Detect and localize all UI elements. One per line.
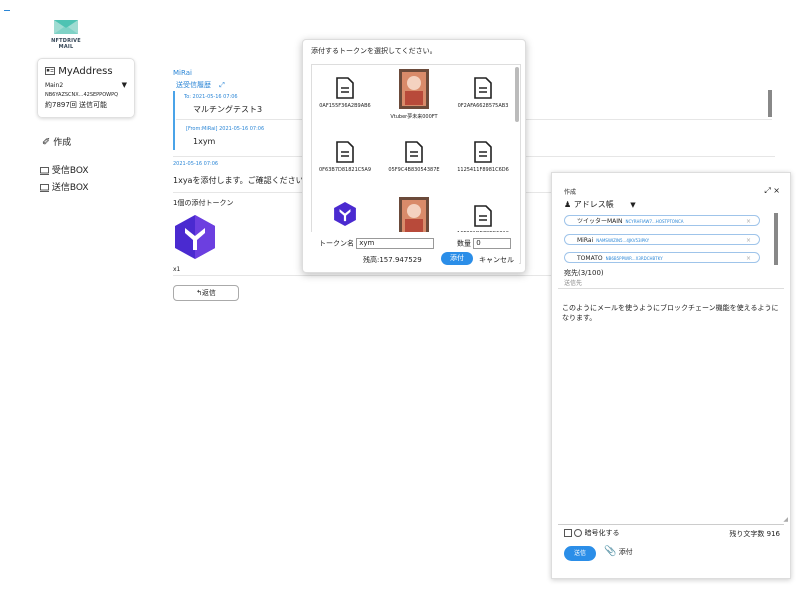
nav-outbox[interactable]: 送信BOX [40, 180, 89, 193]
inbox-icon [40, 166, 49, 175]
people-icon: ♟ [564, 200, 572, 209]
thread-sender: MiRai [173, 69, 192, 77]
recipient-chip[interactable]: MiRai NAMSWIZIN5...4JKV53IPKY × [564, 234, 760, 245]
chevron-down-icon: ▼ [121, 81, 127, 89]
lock-icon [574, 529, 583, 537]
xym-token-icon [175, 215, 215, 259]
token-label: 05F9C4B83054387E [388, 167, 440, 173]
remove-icon[interactable]: × [746, 253, 751, 264]
remaining-chars: 残り文字数 916 [729, 530, 780, 538]
token-name-input[interactable]: xym [356, 238, 435, 249]
address-book-select[interactable]: ♟ アドレス帳 ▼ [564, 199, 636, 210]
balance-text: 残高:157.947529 [363, 256, 422, 264]
modal-attach-button[interactable]: 添付 [441, 252, 473, 265]
menu-toggle[interactable] [4, 10, 10, 11]
remove-icon[interactable]: × [746, 216, 751, 227]
token-label: 0F2AFA6628575AB3 [457, 103, 509, 109]
encrypt-checkbox[interactable] [564, 529, 572, 537]
thread-scrollbar[interactable] [768, 90, 772, 117]
address-card: MyAddress Main2 ▼ NB6YAZSCNX...42SEPPOWP… [37, 58, 135, 118]
nav-inbox[interactable]: 受信BOX [40, 163, 89, 176]
history-thread [173, 91, 181, 150]
token-select-modal: 添付するトークンを選択してください。 0AF155F36A2B9AB6 Vtube… [302, 39, 526, 273]
pen-icon: ✐ [42, 137, 51, 148]
token-cell[interactable]: 0F63B7D81821C5A9 [312, 131, 378, 173]
msg2-text: 1xym [193, 137, 216, 146]
recipient-chip[interactable]: TOMATO NB6B5PPWIR...X3RDCHBTKY × [564, 252, 760, 263]
divider [558, 524, 784, 525]
paperclip-icon: 📎 [604, 546, 617, 557]
token-label: 0F63B7D81821C5A9 [318, 167, 372, 173]
token-qty: x1 [173, 266, 181, 273]
expand-icon[interactable]: ⤢ [764, 186, 770, 195]
divider [558, 288, 784, 289]
token-cell[interactable]: 1125411F8981C6D6 [450, 131, 516, 173]
recipient-chip[interactable]: ツイッターMAIN NCYRHFIAW7...HOSTPTONCA × [564, 215, 760, 226]
xym-token-icon [334, 202, 356, 226]
nav-compose[interactable]: ✐ 作成 [42, 135, 71, 148]
account-select[interactable]: Main2 ▼ [45, 81, 127, 89]
quantity-input[interactable]: 0 [473, 238, 512, 249]
token-cell[interactable]: 0AF155F36A2B9AB6 [312, 67, 378, 109]
logo: NFTDRIVE MAIL [44, 18, 88, 50]
compose-title: 作成 [564, 189, 577, 196]
quantity-row: 数量 0 [457, 238, 512, 249]
token-label: Vtuber夢未来000FT [390, 114, 438, 120]
file-icon [336, 77, 354, 99]
message-body[interactable]: このようにメールを使うようにブロックチェーン機能を使えるようになります。 [562, 303, 780, 323]
file-icon [474, 77, 492, 99]
token-label: 0AF155F36A2B9AB6 [319, 103, 371, 109]
reply-button[interactable]: ↰返信 [173, 285, 239, 301]
file-icon [336, 141, 354, 163]
attached-token[interactable] [173, 214, 217, 262]
resize-handle[interactable]: ◢ [783, 516, 788, 523]
msg1-meta: To: 2021-05-16 07:06 [184, 94, 238, 100]
token-cell[interactable]: Vtuber夢未来000FT [381, 67, 447, 120]
encrypt-row: 暗号化する [564, 528, 619, 538]
dest-count: 宛先(3/100) [564, 269, 604, 277]
token-cell[interactable]: 05F9C4B83054387E [381, 131, 447, 173]
remove-icon[interactable]: × [746, 235, 751, 246]
compose-panel: 作成 ⤢ × ♟ アドレス帳 ▼ ツイッターMAIN NCYRHFIAW7...H… [551, 172, 791, 579]
outbox-icon [40, 183, 49, 192]
vtuber-image-icon [399, 197, 429, 237]
modal-cancel-button[interactable]: キャンセル [479, 255, 514, 265]
dest-placeholder: 送信先 [564, 280, 583, 287]
token-cell[interactable]: 16F881DE78ED5810 [450, 195, 516, 237]
msg2-meta: [From:MiRai] 2021-05-16 07:06 [186, 126, 265, 132]
chevron-down-icon: ▼ [630, 201, 636, 209]
modal-title: 添付するトークンを選択してください。 [311, 47, 437, 55]
expand-icon[interactable]: ⤢ [219, 81, 225, 89]
mail-logo-icon [54, 20, 78, 34]
address-text: NB6YAZSCNX...42SEPPOWPQ [45, 92, 119, 98]
send-count: 約7897回 送信可能 [45, 101, 108, 109]
attach-count: 1個の添付トークン [173, 199, 234, 207]
current-meta: 2021-05-16 07:06 [173, 161, 219, 167]
msg1-text: マルチングテスト3 [193, 105, 263, 114]
recipients-scrollbar[interactable] [774, 213, 778, 265]
token-cell[interactable]: 0F2AFA6628575AB3 [450, 67, 516, 109]
compose-window-controls: ⤢ × [764, 186, 780, 196]
vtuber-image-icon [399, 69, 429, 109]
token-label: 1125411F8981C6D6 [457, 167, 509, 173]
file-icon [405, 141, 423, 163]
token-name-row: トークン名 xym [319, 238, 435, 249]
close-icon[interactable]: × [773, 186, 780, 195]
send-button[interactable]: 送信 [564, 546, 596, 561]
address-title: MyAddress [45, 66, 113, 77]
current-text: 1xyaを添付します。ご確認ください。 [173, 176, 312, 185]
logo-text: NFTDRIVE MAIL [51, 38, 81, 50]
token-form: トークン名 xym 数量 0 残高:157.947529 添付 キャンセル [311, 232, 519, 270]
file-icon [474, 141, 492, 163]
history-label[interactable]: 送受信履歴 ⤢ [176, 80, 225, 90]
id-card-icon [45, 67, 55, 75]
file-icon [474, 205, 492, 227]
token-cell[interactable]: xym [312, 195, 378, 237]
attach-link[interactable]: 📎 添付 [604, 546, 633, 557]
